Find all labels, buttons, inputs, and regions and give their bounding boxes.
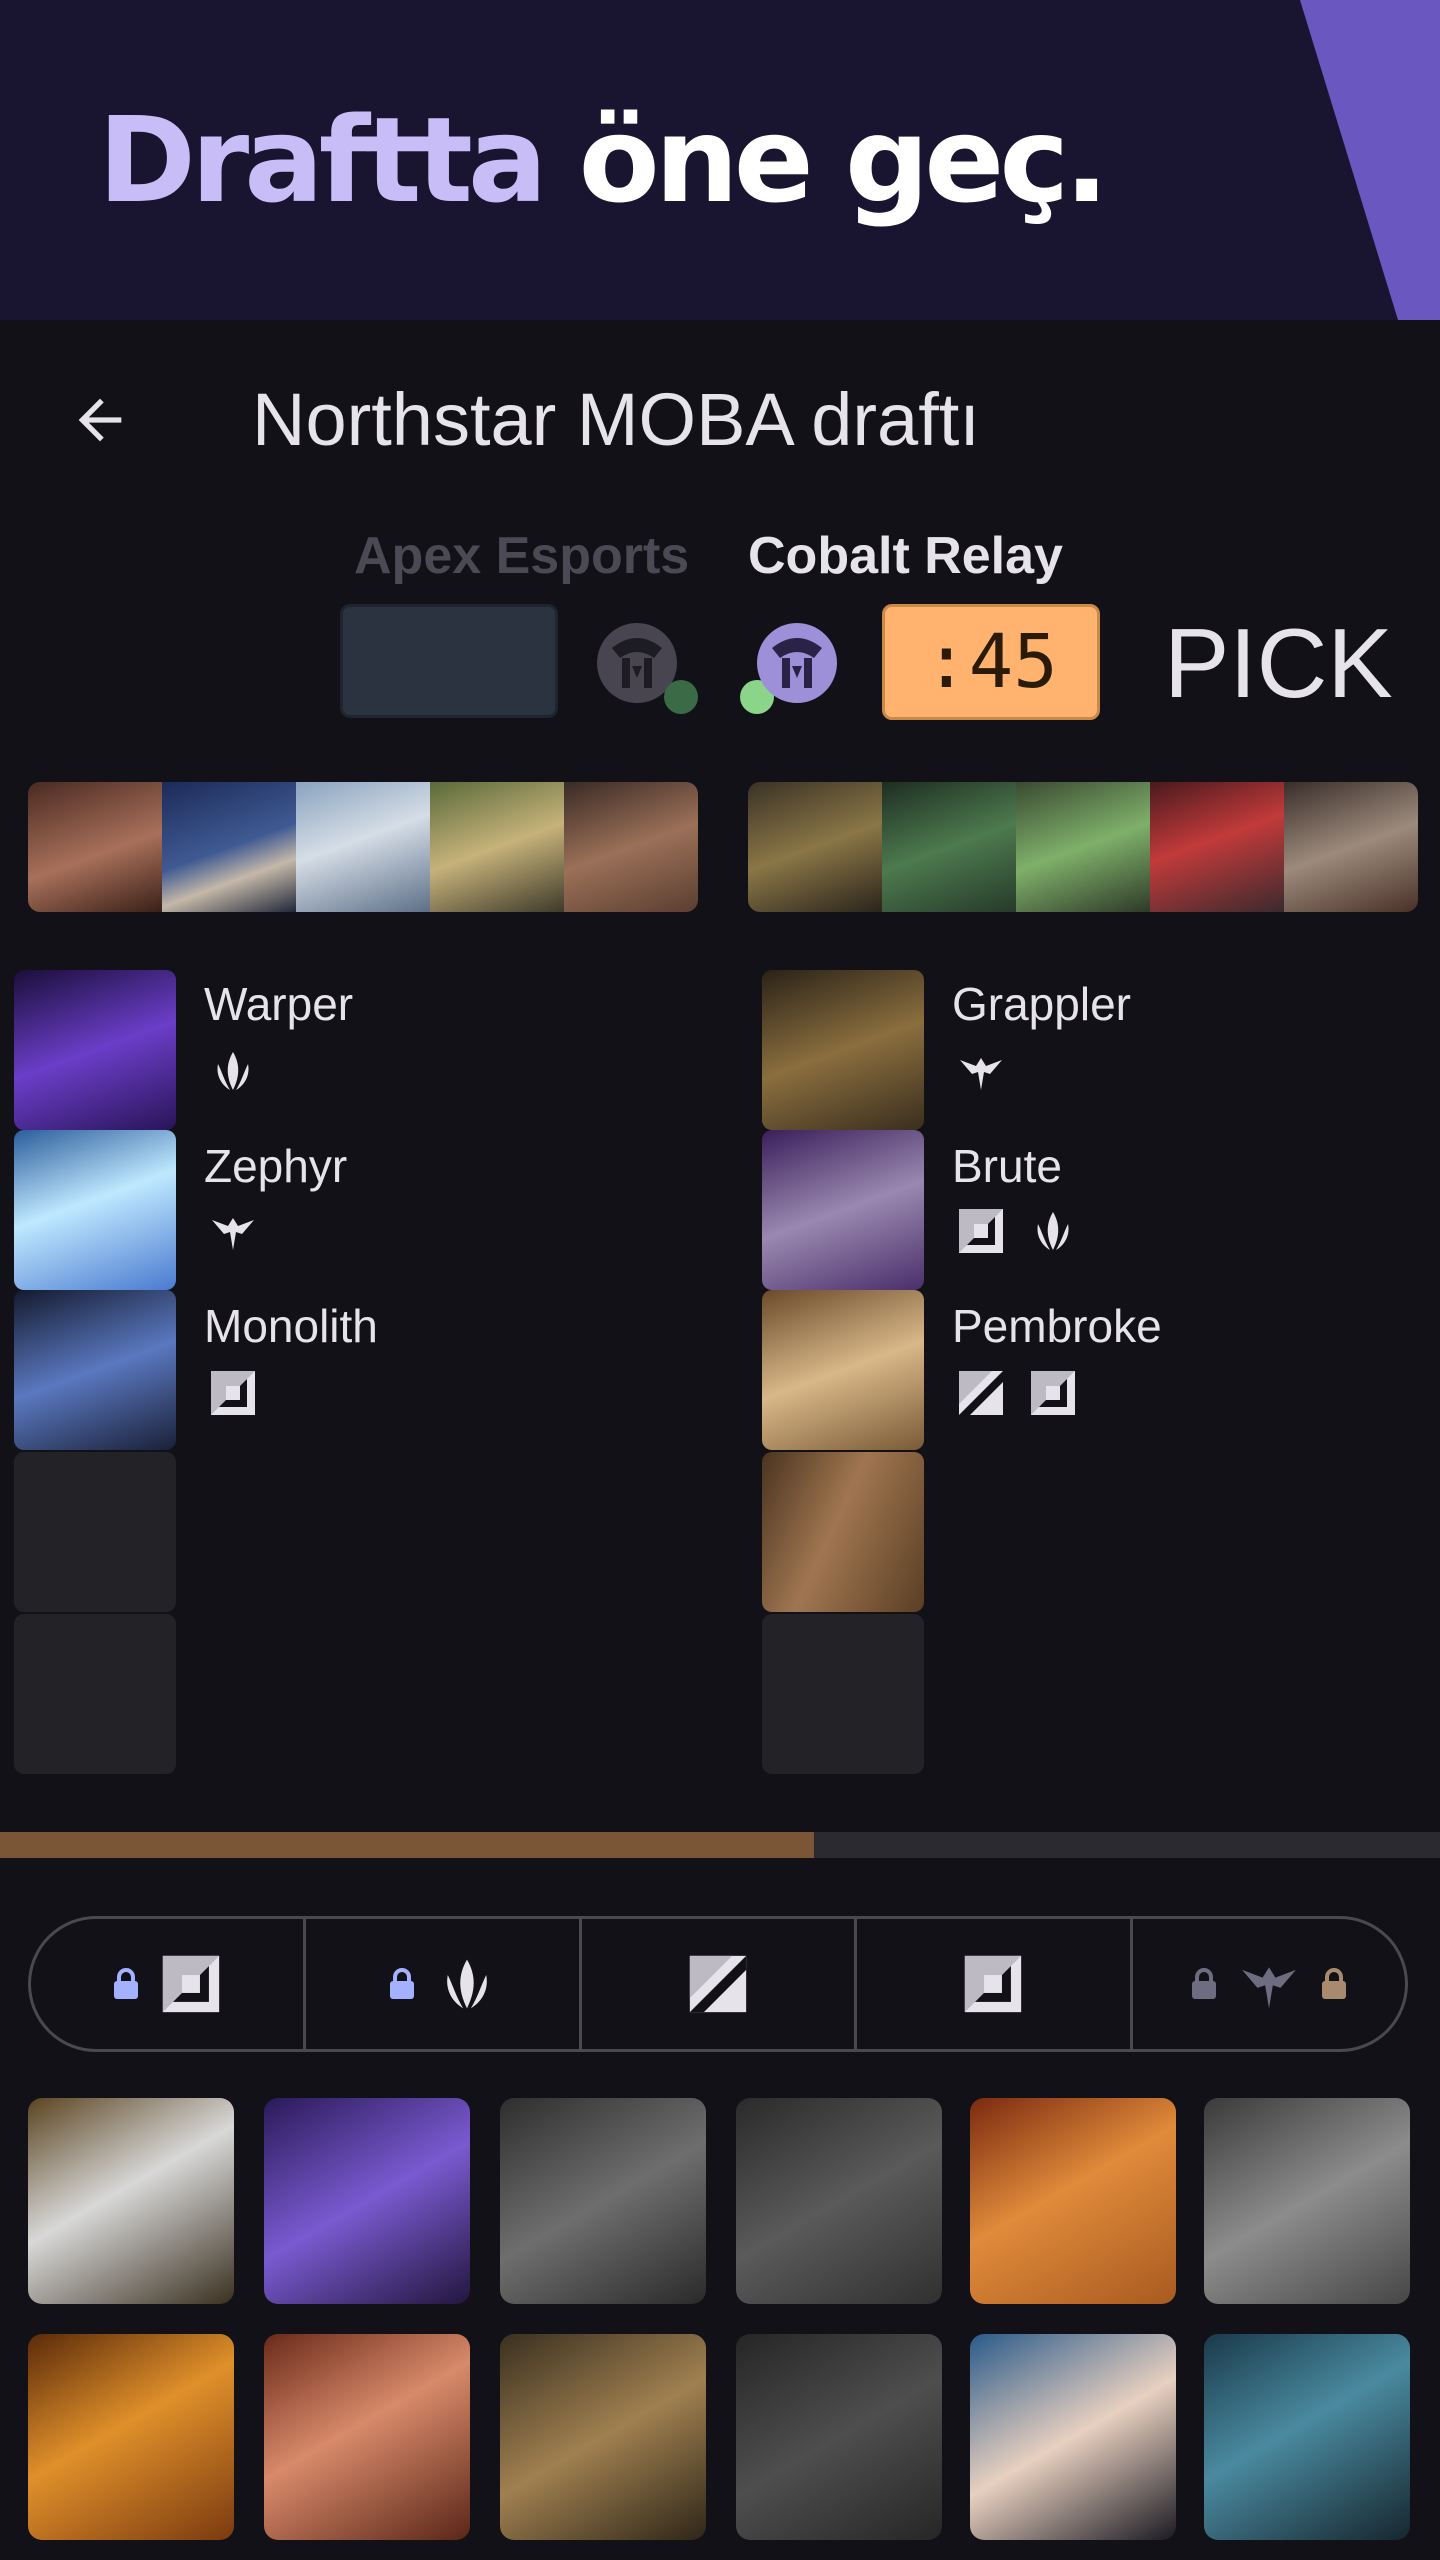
pick-name: Warper <box>204 978 354 1030</box>
role-filter <box>28 1916 1408 2052</box>
bird-role-icon <box>1241 1967 1296 2009</box>
arrow-left-icon <box>78 398 122 442</box>
page-title: Northstar MOBA draftı <box>252 378 980 461</box>
ban-portrait <box>28 782 162 912</box>
headline-rest: öne geç. <box>578 91 1109 229</box>
hero-card-stone-grey[interactable] <box>736 2098 942 2304</box>
ban-portrait <box>430 782 564 912</box>
slash-role-icon <box>689 1955 747 2013</box>
pick-portrait-monolith <box>14 1290 176 1450</box>
pick-roles <box>956 1046 1006 1096</box>
ban-portrait <box>1284 782 1418 912</box>
ban-portrait <box>162 782 296 912</box>
lock-icon <box>1321 1968 1346 1999</box>
draft-progress-fill <box>0 1832 814 1858</box>
pick-portrait-brute <box>762 1130 924 1290</box>
pick-roles <box>208 1206 258 1256</box>
banner-stripe <box>1300 0 1440 320</box>
ban-portrait <box>748 782 882 912</box>
lock-icon <box>114 1968 139 1999</box>
pick-roles <box>208 1368 258 1418</box>
square-role-icon <box>1031 1371 1075 1415</box>
back-button[interactable] <box>60 380 140 460</box>
pick-portrait-zephyr <box>14 1130 176 1290</box>
pick-name: Monolith <box>204 1300 378 1352</box>
pick-slot-empty <box>14 1614 176 1774</box>
bird-role-icon <box>960 1058 1002 1090</box>
lock-icon <box>389 1968 414 1999</box>
pick-portrait-pembroke <box>762 1290 924 1450</box>
team-left-bans <box>28 782 698 912</box>
pick-roles <box>956 1368 1078 1418</box>
ban-portrait <box>1016 782 1150 912</box>
pick-roles <box>208 1046 258 1096</box>
hero-card-shade-grey[interactable] <box>736 2334 942 2540</box>
hero-card-violet[interactable] <box>264 2098 470 2304</box>
team-right-logo-icon <box>757 623 837 703</box>
role-filter-square[interactable] <box>31 1919 303 2049</box>
lock-icon <box>1191 1968 1216 1999</box>
pick-slot-empty <box>762 1614 924 1774</box>
hero-card-lion[interactable] <box>970 2098 1176 2304</box>
bird-role-icon <box>212 1218 254 1250</box>
ban-portrait <box>882 782 1016 912</box>
role-filter-square-2[interactable] <box>854 1919 1129 2049</box>
team-left-status-dot <box>664 680 698 714</box>
square-role-icon <box>163 1955 220 2013</box>
leaf-role-icon <box>217 1052 249 1090</box>
pick-portrait-grappler <box>762 970 924 1130</box>
role-filter-leaf[interactable] <box>303 1919 578 2049</box>
team-left-timer-box <box>340 604 558 718</box>
turn-timer: :45 <box>882 604 1100 720</box>
ban-portrait <box>1150 782 1284 912</box>
draft-phase-label: PICK <box>1164 608 1393 718</box>
role-filter-slash[interactable] <box>578 1919 854 2049</box>
pick-roles <box>956 1206 1078 1256</box>
hero-card-robot[interactable] <box>1204 2334 1410 2540</box>
hero-card-fire[interactable] <box>28 2334 234 2540</box>
leaf-role-icon <box>1037 1212 1069 1250</box>
pick-name: Brute <box>952 1140 1062 1192</box>
pick-name: Zephyr <box>204 1140 348 1192</box>
hero-card-silver-grey[interactable] <box>1204 2098 1410 2304</box>
team-right-name: Cobalt Relay <box>748 527 1063 585</box>
square-role-icon <box>959 1209 1003 1253</box>
banner-headline: Draftta öne geç. <box>98 90 1109 230</box>
pick-name: Pembroke <box>952 1300 1162 1352</box>
ban-portrait <box>564 782 698 912</box>
team-left-name: Apex Esports <box>354 527 690 585</box>
pick-portrait-warper <box>14 970 176 1130</box>
ban-portrait <box>296 782 430 912</box>
hero-card-masked[interactable] <box>28 2098 234 2304</box>
hero-card-bearded-grey[interactable] <box>500 2098 706 2304</box>
role-filter-bird[interactable] <box>1129 1919 1405 2049</box>
hero-card-red-hood[interactable] <box>264 2334 470 2540</box>
leaf-role-icon <box>446 1959 487 2009</box>
hero-card-dark-hair[interactable] <box>970 2334 1176 2540</box>
team-right-bans <box>748 782 1418 912</box>
square-role-icon <box>965 1955 1022 2013</box>
headline-accent: Draftta <box>98 91 548 229</box>
pick-slot-hovered <box>762 1452 924 1612</box>
pick-slot-empty <box>14 1452 176 1612</box>
square-role-icon <box>211 1371 255 1415</box>
hero-card-bronze[interactable] <box>500 2334 706 2540</box>
slash-role-icon <box>959 1371 1003 1415</box>
draft-progress-bar <box>0 1832 1440 1858</box>
promo-banner: Draftta öne geç. <box>0 0 1440 320</box>
pick-name: Grappler <box>952 978 1131 1030</box>
